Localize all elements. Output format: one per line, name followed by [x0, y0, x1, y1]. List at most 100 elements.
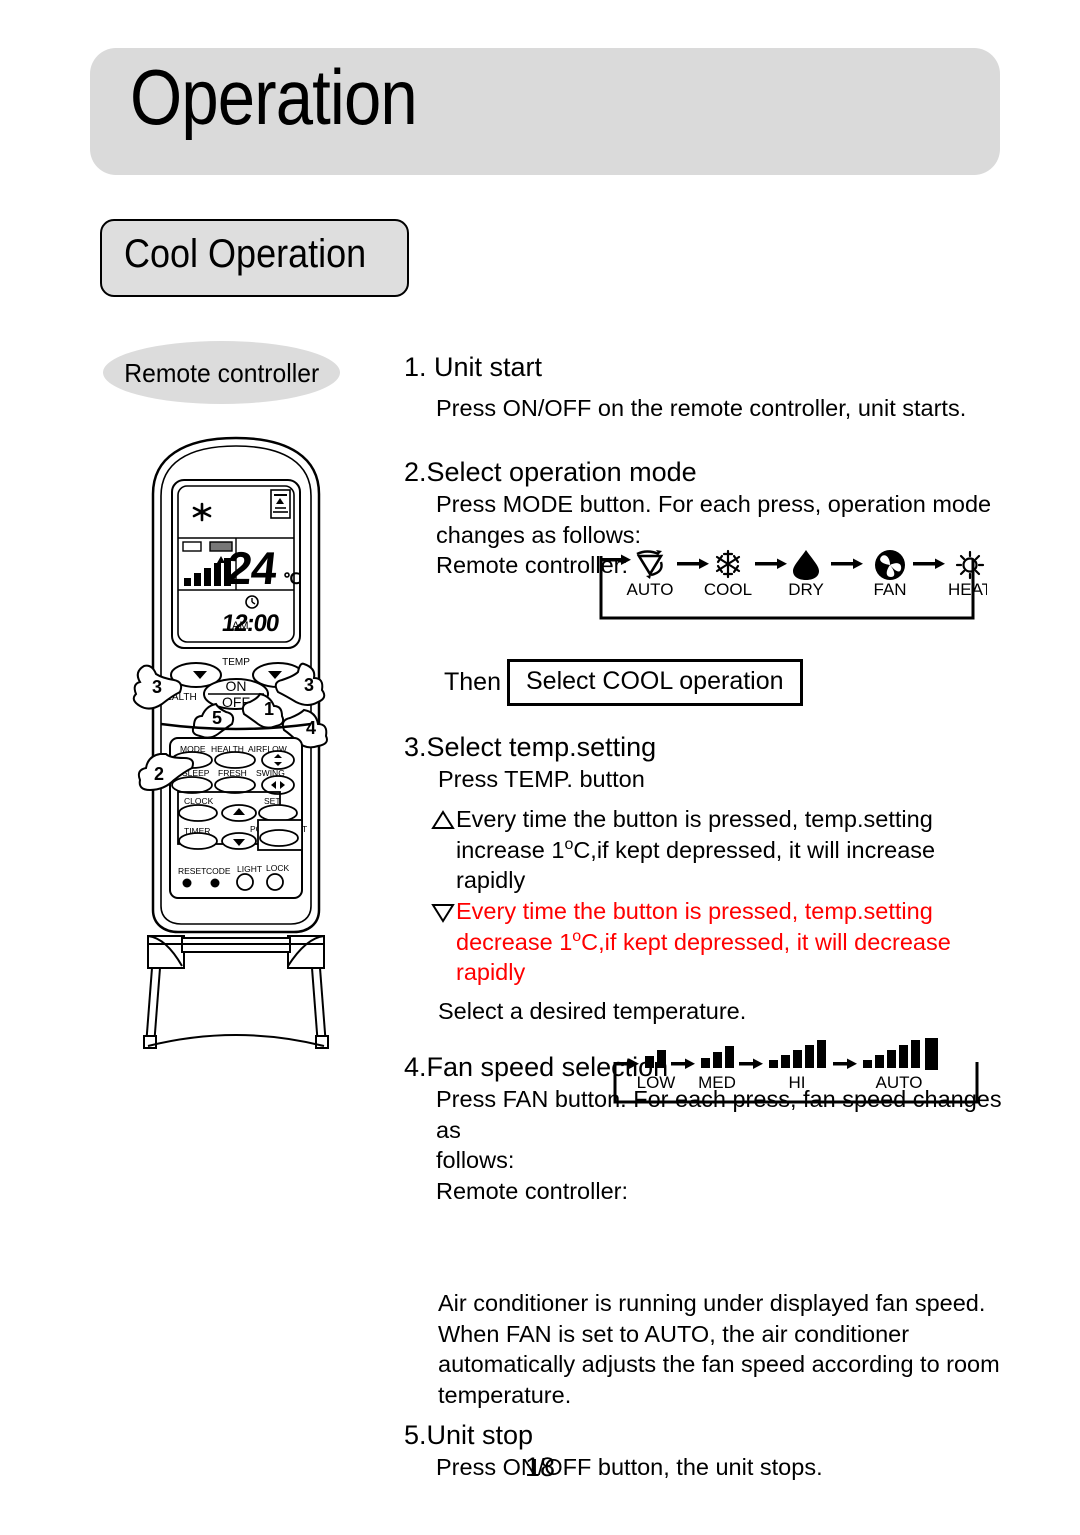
set-button	[258, 804, 298, 822]
mode-cycle-label-2: DRY	[788, 580, 824, 599]
temp-decrease-line2b: C,if kept depressed, it will decrease	[581, 928, 951, 955]
fan-bars-hi-icon	[769, 1040, 826, 1068]
fan-bars-low-icon	[645, 1050, 666, 1068]
then-label: Then	[444, 667, 501, 696]
page-title: Operation	[130, 53, 418, 141]
remote-controller-callout-label: Remote controller	[124, 358, 320, 388]
step-2-body-line2: changes as follows:	[436, 521, 642, 548]
fan-cycle-label-0: LOW	[637, 1073, 676, 1092]
remote-controller-illustration: 24 ℃ AM 12:00 TEMP HEALTH ON OFF 3 3 1 5…	[108, 432, 364, 1052]
degree-sup-down: o	[572, 927, 582, 945]
step-3-body: Press TEMP. button	[438, 765, 645, 792]
step-5-heading: 5.Unit stop	[404, 1420, 534, 1451]
temp-increase-line2b: C,if kept depressed, it will increase	[573, 836, 936, 863]
callout-number-1: 1	[264, 699, 274, 719]
fresh-button	[214, 776, 256, 794]
fan-arrow-1	[671, 1058, 695, 1069]
mode-arrow-4	[913, 558, 945, 569]
btn-label-lock: LOCK	[266, 863, 289, 873]
page-number: 18	[524, 1452, 556, 1482]
fan-arrow-3	[833, 1058, 857, 1069]
temp-increase-line2a: increase 1	[456, 836, 565, 863]
clock-icon	[245, 595, 259, 609]
mode-cycle-label-4: HEAT	[948, 580, 987, 599]
fan-bars-med-icon	[701, 1046, 734, 1068]
fan-cycle-label-1: MED	[698, 1073, 736, 1092]
instruction-column: 1. Unit start Press ON/OFF on the remote…	[404, 352, 1004, 1483]
fan-blade-icon	[875, 550, 905, 580]
temp-increase-bullet: Every time the button is pressed, temp.s…	[404, 804, 1004, 896]
step-3-heading: 3.Select temp.setting	[404, 731, 657, 762]
mode-arrow-3	[831, 558, 863, 569]
callout-number-3a: 3	[152, 677, 162, 697]
fan-arrow-2	[739, 1058, 763, 1069]
water-drop-icon	[793, 550, 819, 580]
lcd-temperature-unit: ℃	[283, 571, 301, 588]
mode-cycle-label-0: AUTO	[627, 580, 674, 599]
fan-cycle-entry-arrow	[615, 1058, 639, 1069]
btn-label-light: LIGHT	[237, 864, 262, 874]
temp-increase-line3: rapidly	[456, 867, 526, 894]
step-4-body-line2: follows:	[436, 1147, 515, 1174]
step-2-body-line1: Press MODE button. For each press, opera…	[436, 491, 992, 518]
airflow-button	[261, 750, 295, 770]
btn-label-reset: RESET	[178, 866, 206, 876]
sleep-button	[171, 776, 213, 794]
temp-increase-line1: Every time the button is pressed, temp.s…	[456, 806, 933, 833]
fan-auto-vertical-text: AUTO	[942, 1039, 952, 1069]
remote-stand	[143, 935, 329, 1049]
timer-button	[178, 832, 218, 850]
callout-number-2: 2	[154, 764, 164, 784]
select-cool-operation-box: Select COOL operation	[506, 658, 803, 706]
mode-cycle-label-3: FAN	[873, 580, 906, 599]
step-4-note-line1: Air conditioner is running under display…	[438, 1290, 986, 1317]
temp-decrease-line2a: decrease 1	[456, 928, 573, 955]
light-button	[236, 873, 254, 891]
callout-number-5: 5	[212, 708, 222, 728]
then-row: Then Select COOL operation	[404, 658, 1004, 706]
powersoft-button	[259, 829, 299, 847]
sun-icon	[955, 550, 985, 580]
mode-cycle-label-1: COOL	[704, 580, 752, 599]
step-2-heading: 2.Select operation mode	[404, 457, 697, 488]
clock-button	[178, 804, 218, 822]
fan-cycle-label-3: AUTO	[876, 1073, 923, 1092]
step-4-note-line2: When FAN is set to AUTO, the air conditi…	[438, 1320, 910, 1347]
snowflake-icon	[715, 549, 741, 579]
mode-cycle-diagram: AUTO COOL DRY FAN HEAT	[587, 548, 992, 631]
callout-number-4: 4	[306, 718, 316, 738]
btn-label-code: CODE	[206, 866, 231, 876]
auto-mode-icon	[636, 550, 664, 579]
mode-arrow-2	[755, 558, 787, 569]
degree-sup-up: o	[564, 836, 574, 854]
triangle-down-icon	[431, 903, 455, 923]
fan-bars-auto-icon	[863, 1040, 920, 1068]
step-4-note-line3: automatically adjusts the fan speed acco…	[438, 1351, 1000, 1378]
step-4-note-line4: temperature.	[438, 1381, 572, 1408]
code-button	[210, 878, 220, 888]
step-3-closing: Select a desired temperature.	[438, 997, 747, 1024]
lcd-temperature: 24	[224, 542, 280, 594]
on-label: ON	[226, 678, 247, 694]
temp-decrease-line1: Every time the button is pressed, temp.s…	[456, 897, 933, 924]
mode-cycle-entry-arrow	[601, 554, 631, 565]
step-1-heading: 1. Unit start	[404, 352, 543, 382]
signal-icon	[270, 489, 291, 519]
fan-speed-cycle-diagram: LOW MED HI AUTO AUTO	[607, 1036, 985, 1113]
temp-decrease-bullet: Every time the button is pressed, temp.s…	[404, 896, 1004, 988]
manual-page: Operation Cool Operation Remote controll…	[0, 0, 1080, 1535]
section-title-label: Cool Operation	[124, 232, 367, 276]
temp-decrease-line3: rapidly	[456, 959, 526, 986]
health-button	[214, 751, 256, 769]
step-1-body: Press ON/OFF on the remote controller, u…	[436, 394, 967, 421]
label-temp: TEMP	[222, 657, 250, 668]
fan-cycle-label-2: HI	[789, 1073, 806, 1092]
reset-button	[182, 878, 192, 888]
fan-auto-vertical-box	[925, 1038, 938, 1070]
mode-arrow-1	[677, 558, 709, 569]
callout-number-3b: 3	[304, 675, 314, 695]
step-4-body-line3: Remote controller:	[436, 1177, 628, 1204]
triangle-up-icon	[431, 810, 455, 830]
lock-button	[266, 873, 284, 891]
lcd-time: 12:00	[220, 610, 281, 637]
